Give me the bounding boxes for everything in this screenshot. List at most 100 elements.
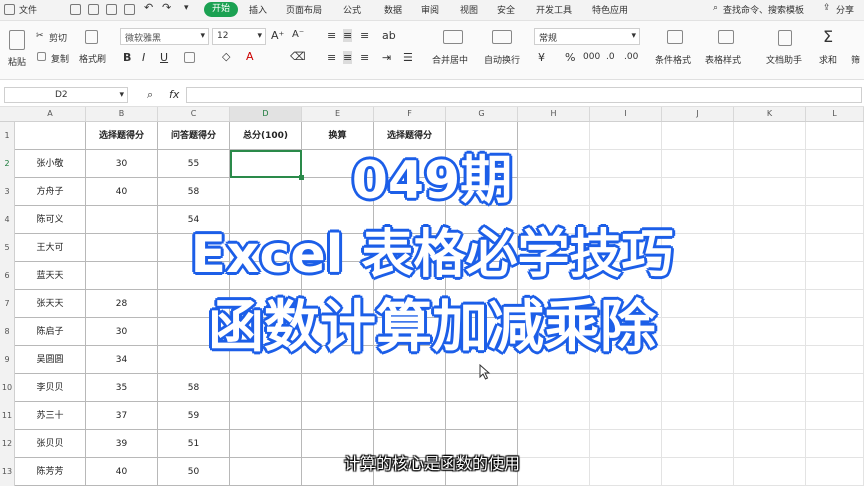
cut-button[interactable]: 剪切 — [49, 31, 67, 44]
column-header[interactable]: J — [662, 107, 734, 121]
tab-page-layout[interactable]: 页面布局 — [286, 3, 322, 16]
zoom-icon[interactable]: ⌕ — [147, 88, 153, 102]
table-cell[interactable] — [518, 374, 590, 402]
fx-button[interactable]: fx — [169, 88, 179, 101]
table-cell[interactable] — [734, 374, 806, 402]
table-cell[interactable] — [446, 402, 518, 430]
underline-button[interactable]: U — [160, 51, 168, 64]
table-cell[interactable]: 李贝贝 — [15, 374, 86, 402]
format-painter-button[interactable]: 格式刷 — [79, 52, 106, 65]
align-top-icon[interactable]: ≡ — [327, 29, 336, 42]
save-icon[interactable] — [70, 4, 81, 15]
redo-icon[interactable]: ↷ — [162, 1, 171, 14]
column-header[interactable]: G — [446, 107, 518, 121]
fill-color-icon[interactable]: ◇ — [222, 50, 230, 63]
preview-icon[interactable] — [106, 4, 117, 15]
tab-data[interactable]: 数据 — [384, 3, 402, 16]
column-header[interactable]: D — [230, 107, 302, 121]
column-header[interactable]: C — [158, 107, 230, 121]
merge-center-icon[interactable] — [443, 30, 463, 44]
tab-formula[interactable]: 公式 — [343, 3, 361, 16]
print-icon[interactable] — [88, 4, 99, 15]
table-style-button[interactable]: 表格样式 — [705, 53, 741, 66]
column-header[interactable]: A — [15, 107, 86, 121]
more-icon[interactable]: ▾ — [184, 3, 189, 13]
row-header[interactable]: 12 — [0, 439, 14, 448]
sum-icon[interactable]: Σ — [823, 27, 833, 46]
grow-font-icon[interactable]: A⁺ — [271, 29, 284, 42]
tab-review[interactable]: 审阅 — [421, 3, 439, 16]
table-cell[interactable] — [590, 402, 662, 430]
wrap-text-button[interactable]: 自动换行 — [484, 53, 520, 66]
table-cell[interactable]: 59 — [158, 402, 230, 430]
increase-decimal-icon[interactable]: .0 — [606, 52, 615, 62]
doc-assistant-icon[interactable] — [778, 30, 792, 46]
table-cell[interactable] — [806, 374, 864, 402]
decrease-decimal-icon[interactable]: .00 — [624, 52, 638, 62]
align-bottom-icon[interactable]: ≡ — [360, 29, 369, 42]
tab-dev-tools[interactable]: 开发工具 — [536, 3, 572, 16]
copy-button[interactable]: 复制 — [51, 52, 69, 65]
table-cell[interactable] — [806, 402, 864, 430]
clear-icon[interactable]: ⌫ — [290, 50, 306, 63]
table-cell[interactable] — [590, 374, 662, 402]
font-color-icon[interactable]: A — [246, 50, 254, 63]
doc-assistant-button[interactable]: 文档助手 — [766, 53, 802, 66]
merge-center-button[interactable]: 合并居中 — [432, 53, 468, 66]
filter-button[interactable]: 筛 — [851, 53, 860, 66]
table-cell[interactable] — [734, 402, 806, 430]
name-box[interactable]: D2 ▾ — [4, 87, 128, 103]
column-header[interactable]: H — [518, 107, 590, 121]
paste-button[interactable]: 粘贴 — [8, 55, 26, 68]
align-right-icon[interactable]: ≡ — [360, 51, 369, 64]
table-cell[interactable]: 35 — [86, 374, 158, 402]
table-cell[interactable] — [662, 374, 734, 402]
bold-button[interactable]: B — [123, 51, 131, 64]
table-cell[interactable]: 苏三十 — [15, 402, 86, 430]
table-cell[interactable] — [230, 402, 302, 430]
thousands-icon[interactable]: 000 — [583, 52, 600, 62]
font-name-select[interactable]: 微软雅黑 ▾ — [120, 28, 209, 45]
align-middle-icon[interactable]: ≡ — [343, 29, 353, 42]
table-cell[interactable]: 58 — [158, 374, 230, 402]
table-cell[interactable]: 37 — [86, 402, 158, 430]
table-cell[interactable] — [302, 402, 374, 430]
column-header[interactable]: K — [734, 107, 806, 121]
sum-button[interactable]: 求和 — [819, 53, 837, 66]
formula-input[interactable] — [186, 87, 862, 103]
justify-icon[interactable]: ☰ — [403, 51, 413, 64]
tab-view[interactable]: 视图 — [460, 3, 478, 16]
share-button[interactable]: 分享 — [836, 3, 854, 16]
paste-icon[interactable] — [9, 30, 25, 50]
conditional-format-button[interactable]: 条件格式 — [655, 53, 691, 66]
table-cell[interactable] — [374, 374, 446, 402]
orientation-icon[interactable]: ab — [382, 29, 396, 42]
conditional-format-icon[interactable] — [667, 30, 683, 44]
undo-icon[interactable]: ↶ — [144, 1, 153, 14]
border-icon[interactable] — [184, 52, 195, 63]
row-header[interactable]: 11 — [0, 411, 14, 420]
italic-button[interactable]: I — [142, 51, 145, 64]
align-left-icon[interactable]: ≡ — [327, 51, 336, 64]
menu-icon[interactable] — [4, 4, 15, 15]
column-header[interactable]: I — [590, 107, 662, 121]
font-size-select[interactable]: 12 ▾ — [212, 28, 266, 45]
number-format-select[interactable]: 常规 ▾ — [534, 28, 640, 45]
align-center-icon[interactable]: ≡ — [343, 51, 353, 64]
table-cell[interactable] — [374, 402, 446, 430]
shrink-font-icon[interactable]: A⁻ — [292, 29, 304, 40]
percent-button[interactable]: % — [565, 51, 575, 64]
table-cell[interactable] — [230, 374, 302, 402]
table-style-icon[interactable] — [718, 30, 734, 44]
table-cell[interactable] — [662, 402, 734, 430]
tab-security[interactable]: 安全 — [497, 3, 515, 16]
column-header[interactable]: B — [86, 107, 158, 121]
table-cell[interactable] — [518, 402, 590, 430]
search-command[interactable]: 查找命令、搜索模板 — [723, 3, 804, 16]
row-header[interactable]: 10 — [0, 383, 14, 392]
table-cell[interactable] — [302, 374, 374, 402]
indent-icon[interactable]: ⇥ — [382, 51, 391, 64]
column-header[interactable]: L — [806, 107, 864, 121]
tab-special-apps[interactable]: 特色应用 — [592, 3, 628, 16]
tab-insert[interactable]: 插入 — [249, 3, 267, 16]
